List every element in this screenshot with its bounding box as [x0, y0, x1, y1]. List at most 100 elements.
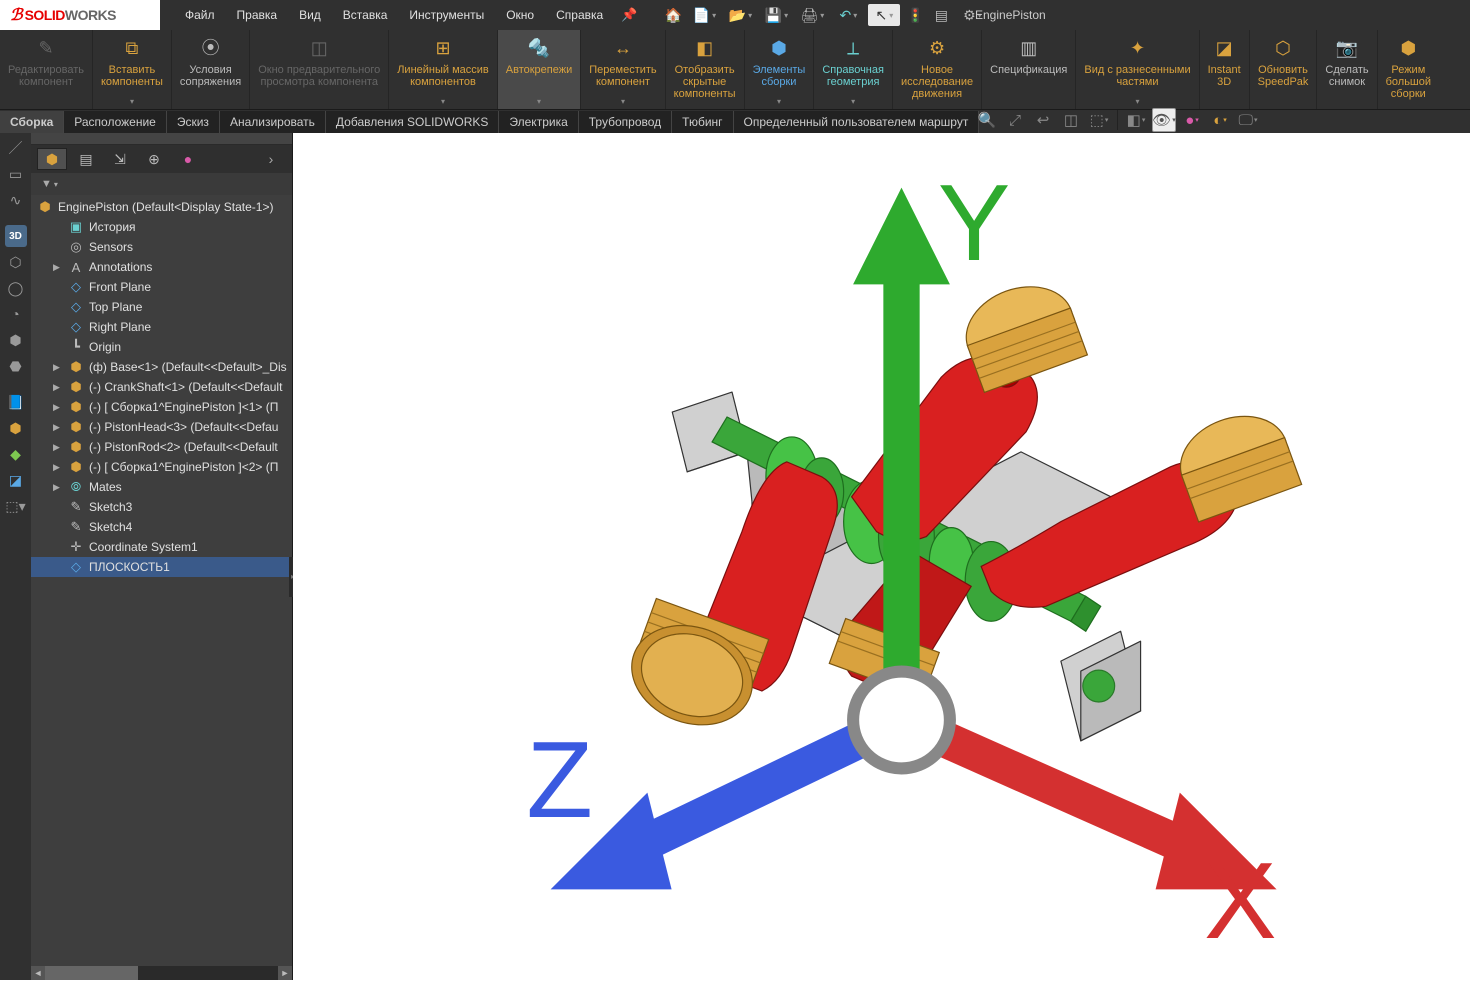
sketch-line-icon[interactable]: ／: [5, 137, 27, 159]
feature2-icon[interactable]: ⬣: [5, 355, 27, 377]
tree-item[interactable]: ◇ПЛОСКОСТЬ1: [31, 557, 292, 577]
scroll-right-icon[interactable]: ►: [278, 966, 292, 980]
tab-расположение[interactable]: Расположение: [64, 111, 167, 133]
tree-item[interactable]: ┗Origin: [31, 337, 292, 357]
expand-icon[interactable]: ▶: [53, 262, 63, 273]
scroll-thumb[interactable]: [45, 966, 138, 980]
home-icon[interactable]: 🏠: [662, 4, 684, 26]
orientation-triad[interactable]: Y X Z: [313, 115, 1470, 962]
sketch-spline-icon[interactable]: ∿: [5, 189, 27, 211]
ribbon-отобразить[interactable]: ◧Отобразитьскрытыекомпоненты: [665, 30, 744, 109]
more-icon[interactable]: ⬚▾: [5, 495, 27, 517]
dropdown-icon: ▾: [130, 96, 134, 108]
tree-tab-appearance[interactable]: ●: [173, 148, 203, 170]
tree-item[interactable]: ▶⬢(-) PistonRod<2> (Default<<Default: [31, 437, 292, 457]
ribbon-условия[interactable]: ⦿Условиясопряжения: [171, 30, 249, 109]
expand-icon[interactable]: ▶: [53, 362, 63, 373]
ribbon-переместить[interactable]: ↔Переместитькомпонент▾: [580, 30, 664, 109]
scroll-track[interactable]: [45, 966, 278, 980]
tree-item-icon: ◎: [68, 239, 84, 255]
config-icon[interactable]: ⬢: [5, 417, 27, 439]
ribbon-обновить[interactable]: ⬡ОбновитьSpeedPak: [1249, 30, 1317, 109]
doc-icon[interactable]: 📘: [5, 391, 27, 413]
tree-item[interactable]: ◇Right Plane: [31, 317, 292, 337]
tree-root-label: EnginePiston (Default<Display State-1>): [58, 200, 273, 214]
menu-окно[interactable]: Окно: [496, 4, 544, 26]
tree-item[interactable]: ▶⦾Mates: [31, 477, 292, 497]
ribbon-новое[interactable]: ⚙Новоеисследованиедвижения: [892, 30, 981, 109]
tree-item[interactable]: ▶⬢(-) CrankShaft<1> (Default<<Default: [31, 377, 292, 397]
tree-tab-config[interactable]: ▤: [71, 148, 101, 170]
wireframe-icon[interactable]: ⬡: [5, 251, 27, 273]
ribbon-режим[interactable]: ⬢Режимбольшойсборки: [1377, 30, 1439, 109]
menu-вид[interactable]: Вид: [289, 4, 331, 26]
tree-item[interactable]: ✎Sketch4: [31, 517, 292, 537]
tree-tab-display[interactable]: ⊕: [139, 148, 169, 170]
3d-icon[interactable]: 3D: [5, 225, 27, 247]
pin-icon[interactable]: 📌: [621, 7, 637, 23]
tree-item[interactable]: ▶⬢(-) [ Сборка1^EnginePiston ]<2> (П: [31, 457, 292, 477]
undo-icon[interactable]: ↶: [832, 4, 864, 26]
tree-tab-feature[interactable]: ⬢: [37, 148, 67, 170]
tab-сборка[interactable]: Сборка: [0, 111, 64, 133]
tree-item-label: Right Plane: [89, 320, 151, 334]
tree-item[interactable]: ◇Top Plane: [31, 297, 292, 317]
tree-item[interactable]: ▶⬢(ф) Base<1> (Default<<Default>_Dis: [31, 357, 292, 377]
tree-item[interactable]: ▣История: [31, 217, 292, 237]
ribbon-вид-с-разнесенными[interactable]: ✦Вид с разнесеннымичастями▾: [1075, 30, 1198, 109]
hidden-icon[interactable]: ◯: [5, 277, 27, 299]
quick-access-toolbar: 🏠 📄 📂 💾 🖨 ↶ ↖ 🚦 ▤ ⚙: [662, 4, 988, 26]
open-file-icon[interactable]: 📂: [724, 4, 756, 26]
ribbon-спецификация[interactable]: ▥Спецификация: [981, 30, 1075, 109]
ribbon-автокрепежи[interactable]: 🔩Автокрепежи▾: [497, 30, 580, 109]
tree-item-label: (-) CrankShaft<1> (Default<<Default: [89, 380, 282, 394]
shade-icon[interactable]: ◔: [5, 303, 27, 325]
ribbon-линейный-массив[interactable]: ⊞Линейный массивкомпонентов▾: [388, 30, 497, 109]
select-icon[interactable]: ↖: [868, 4, 900, 26]
rebuild-icon[interactable]: 🚦: [904, 4, 926, 26]
tree-item[interactable]: ◎Sensors: [31, 237, 292, 257]
tree-filter[interactable]: ▼▾: [31, 173, 292, 195]
expand-icon[interactable]: ▶: [53, 382, 63, 393]
menu-справка[interactable]: Справка: [546, 4, 613, 26]
feature-tree-panel: ⬢ ▤ ⇲ ⊕ ● › ▼▾ ⬢ EnginePiston (Default<D…: [31, 133, 293, 980]
expand-icon[interactable]: ▶: [53, 462, 63, 473]
tree-item[interactable]: ✎Sketch3: [31, 497, 292, 517]
display-icon[interactable]: ◪: [5, 469, 27, 491]
tree-tab-property[interactable]: ⇲: [105, 148, 135, 170]
tree-item[interactable]: ✛Coordinate System1: [31, 537, 292, 557]
tree-tab-more[interactable]: ›: [256, 148, 286, 170]
ribbon-справочная[interactable]: ⟂Справочнаягеометрия▾: [813, 30, 892, 109]
ribbon: ✎Редактироватькомпонент⧉Вставитькомпонен…: [0, 30, 1470, 110]
scroll-left-icon[interactable]: ◄: [31, 966, 45, 980]
tree-item-icon: ◇: [68, 559, 84, 575]
ribbon-instant[interactable]: ◪Instant3D: [1199, 30, 1249, 109]
print-icon[interactable]: 🖨: [796, 4, 828, 26]
tab-эскиз[interactable]: Эскиз: [167, 111, 220, 133]
ribbon-элементы[interactable]: ⬢Элементысборки▾: [744, 30, 814, 109]
feature1-icon[interactable]: ⬢: [5, 329, 27, 351]
options-icon[interactable]: ▤: [930, 4, 952, 26]
expand-icon[interactable]: ▶: [53, 402, 63, 413]
new-file-icon[interactable]: 📄: [688, 4, 720, 26]
sketch-rect-icon[interactable]: ▭: [5, 163, 27, 185]
tree-item[interactable]: ▶⬢(-) PistonHead<3> (Default<<Defau: [31, 417, 292, 437]
tree-scrollbar[interactable]: ◄ ►: [31, 966, 292, 980]
expand-icon[interactable]: ▶: [53, 422, 63, 433]
expand-icon[interactable]: ▶: [53, 482, 63, 493]
tree-root[interactable]: ⬢ EnginePiston (Default<Display State-1>…: [31, 197, 292, 217]
appear-icon[interactable]: ◆: [5, 443, 27, 465]
save-icon[interactable]: 💾: [760, 4, 792, 26]
menu-правка[interactable]: Правка: [227, 4, 288, 26]
menu-файл[interactable]: Файл: [175, 4, 225, 26]
tree-item[interactable]: ▶AAnnotations: [31, 257, 292, 277]
expand-icon[interactable]: ▶: [53, 442, 63, 453]
ribbon-сделать[interactable]: 📷Сделатьснимок: [1316, 30, 1376, 109]
3d-viewport[interactable]: Y X Z: [293, 133, 1470, 980]
tree-item[interactable]: ▶⬢(-) [ Сборка1^EnginePiston ]<1> (П: [31, 397, 292, 417]
menu-вставка[interactable]: Вставка: [333, 4, 398, 26]
menu-инструменты[interactable]: Инструменты: [399, 4, 494, 26]
tree-item[interactable]: ◇Front Plane: [31, 277, 292, 297]
ribbon-вставить[interactable]: ⧉Вставитькомпоненты▾: [92, 30, 171, 109]
tab-анализировать[interactable]: Анализировать: [220, 111, 326, 133]
